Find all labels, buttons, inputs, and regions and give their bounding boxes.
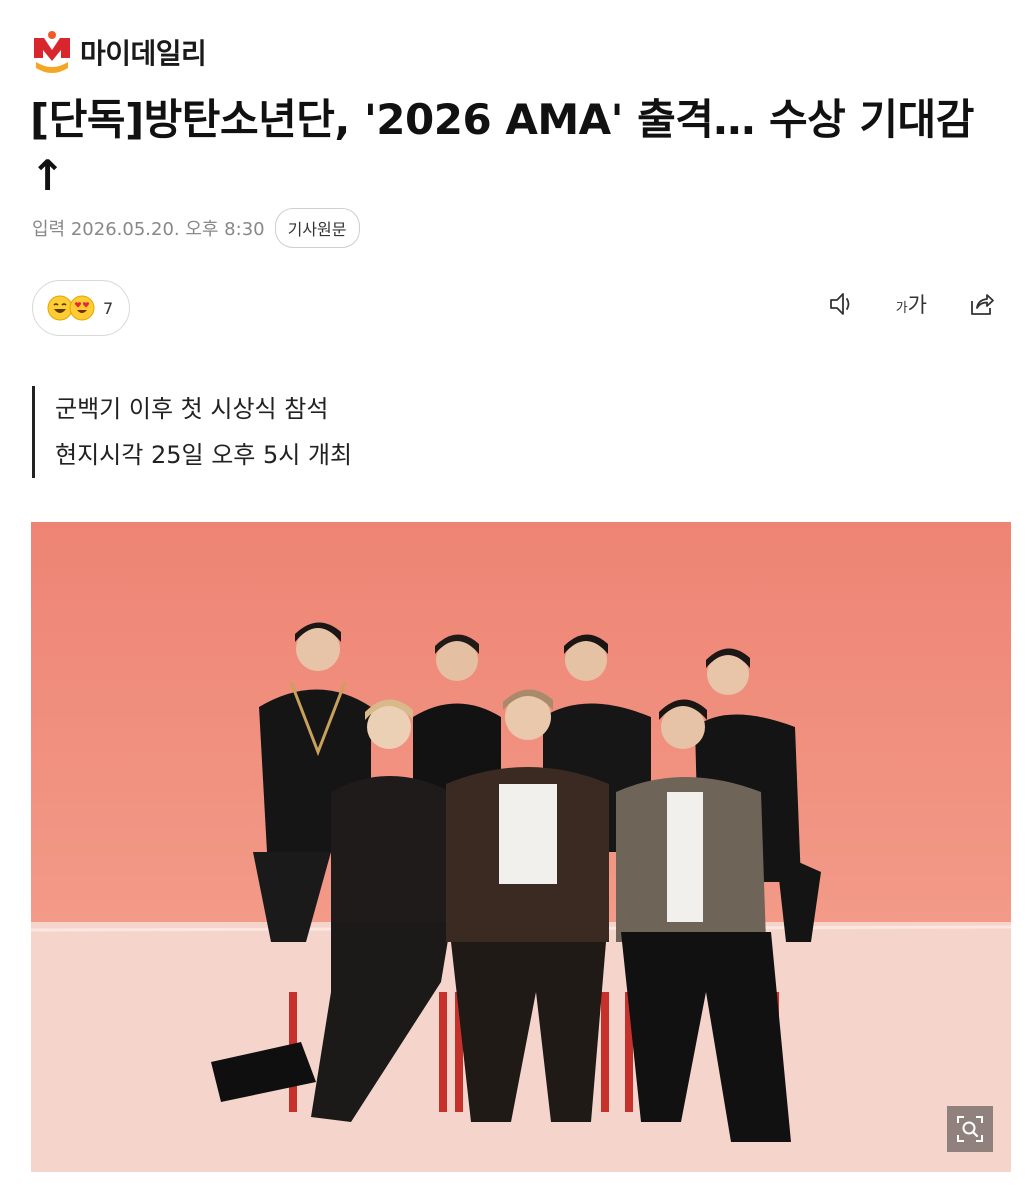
share-icon[interactable] xyxy=(965,288,997,320)
original-article-button[interactable]: 기사원문 xyxy=(274,208,360,248)
font-size-button[interactable]: 가 가 xyxy=(896,289,927,319)
font-size-large-label: 가 xyxy=(907,293,927,317)
article-meta: 입력 2026.05.20. 오후 8:30 기사원문 xyxy=(32,208,360,248)
speaker-icon[interactable] xyxy=(826,288,858,320)
font-size-small-label: 가 xyxy=(895,301,908,316)
photo-zoom-button[interactable] xyxy=(947,1106,993,1152)
article-tools: 가 가 xyxy=(826,288,997,320)
heart-eyes-face-icon xyxy=(69,295,95,321)
summary-line: 현지시각 25일 오후 5시 개최 xyxy=(55,441,353,469)
zoom-icon xyxy=(957,1116,983,1142)
article-headline: [단독]방탄소년단, '2026 AMA' 출격… 수상 기대감↑ xyxy=(30,95,974,200)
brand-logo-icon xyxy=(34,31,70,73)
article-photo[interactable] xyxy=(31,522,1011,1172)
article-summary: 군백기 이후 첫 시상식 참석 현지시각 25일 오후 5시 개최 xyxy=(32,386,352,478)
publish-date: 입력 2026.05.20. 오후 8:30 xyxy=(32,219,265,240)
brand-name: 마이데일리 xyxy=(80,37,207,70)
reaction-count: 7 xyxy=(103,298,114,318)
group-photo-illustration xyxy=(31,522,1011,1172)
reaction-button[interactable]: 7 xyxy=(32,280,130,336)
brand-logo[interactable]: 마이데일리 xyxy=(30,28,207,76)
summary-line: 군백기 이후 첫 시상식 참석 xyxy=(55,395,329,423)
